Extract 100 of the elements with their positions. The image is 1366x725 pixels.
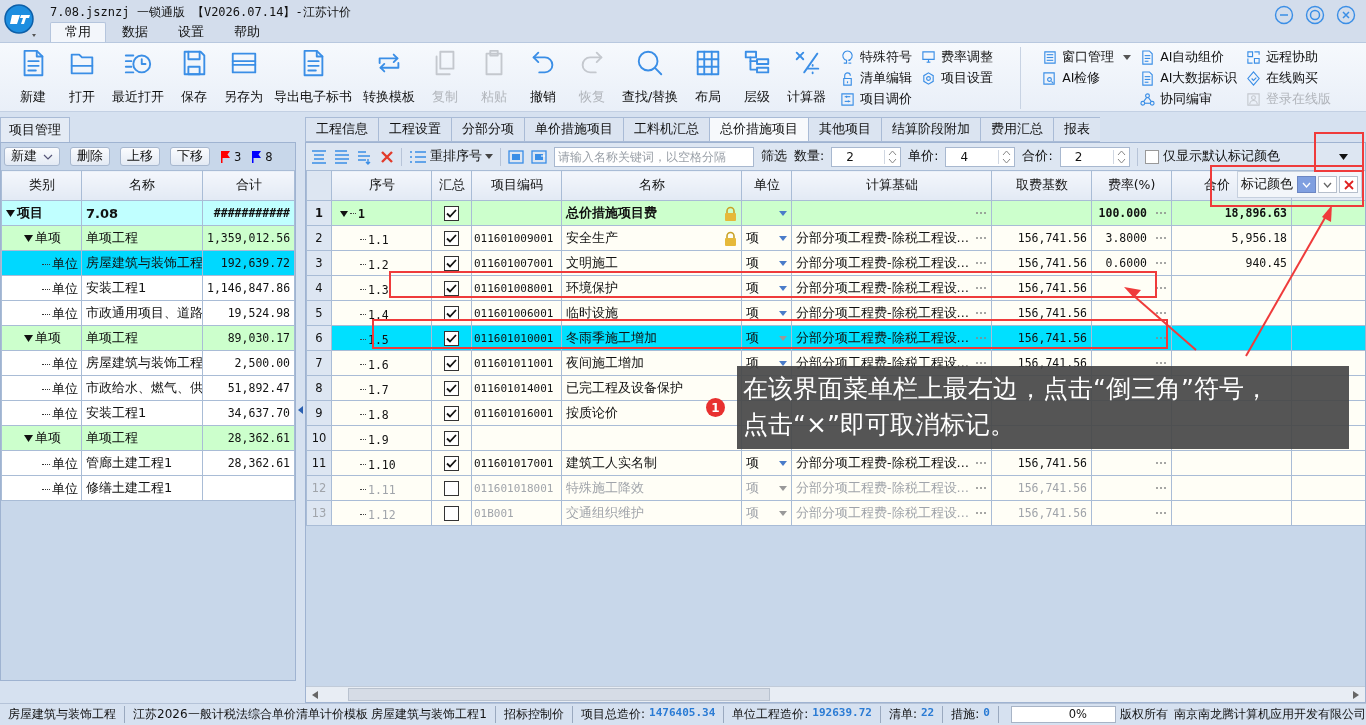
toolbar-button[interactable]: 协同编审 — [1140, 89, 1238, 109]
more-icon[interactable] — [975, 261, 987, 265]
tab[interactable]: 工程设置 — [378, 117, 451, 142]
more-icon[interactable] — [975, 211, 987, 215]
scroll-right-icon[interactable] — [1353, 690, 1359, 699]
tree-row[interactable]: 单项 单项工程 28,362.61 — [1, 425, 295, 451]
toolbar-button[interactable]: 打开 — [59, 43, 105, 111]
menu-tab[interactable]: 常用 — [50, 22, 106, 43]
toolbar-button[interactable]: AI检修 — [1042, 68, 1132, 88]
list-icon[interactable] — [357, 148, 373, 165]
table-row[interactable]: 11 1.10 011601017001 建筑工人实名制 项 分部分项工程费-除税工程设… 156,741.56 — [306, 450, 1365, 476]
toolbar-button[interactable]: 最近打开 — [108, 43, 168, 111]
toolbar-button[interactable]: 转换模板 — [359, 43, 419, 111]
toolbar-button[interactable]: 远程协助 — [1246, 47, 1332, 67]
table-row[interactable]: 2 1.1 011601009001 安全生产 项 分部分项工程费-除税工程设… 156,741.56 3.8000 5,956.18 — [306, 225, 1365, 251]
table-row[interactable]: 1 1 总价措施项目费 100.000 18,896.63 — [306, 200, 1365, 226]
caret-icon[interactable] — [779, 235, 787, 241]
import-icon[interactable] — [531, 148, 547, 165]
panel-button[interactable]: 新建 — [4, 147, 60, 166]
expand-caret-icon[interactable] — [24, 334, 33, 342]
toolbar-button[interactable]: 导出电子标书 — [270, 43, 356, 111]
more-icon[interactable] — [1155, 236, 1167, 240]
toolbar-button[interactable]: 特殊符号 — [840, 47, 913, 67]
toolbar-button[interactable]: 项目设置 — [921, 68, 994, 88]
restore-icon[interactable] — [1305, 5, 1325, 25]
caret-icon[interactable] — [779, 260, 787, 266]
panel-button[interactable]: 上移 — [120, 147, 160, 166]
menu-tab[interactable]: 设置 — [164, 22, 218, 43]
search-field[interactable]: 请输入名称关键词，以空格分隔 — [554, 146, 754, 167]
expand-caret-icon[interactable] — [6, 209, 15, 217]
checkbox[interactable] — [444, 406, 459, 421]
export-icon[interactable] — [508, 148, 524, 165]
tab[interactable]: 报表 — [1053, 117, 1100, 142]
clear-mark-button[interactable] — [1339, 176, 1358, 193]
more-icon[interactable] — [975, 311, 987, 315]
number-spinner[interactable]: 2 — [1059, 146, 1130, 167]
menu-tab[interactable]: 数据 — [108, 22, 162, 43]
toolbar-button[interactable]: 另存为 — [220, 43, 267, 111]
delete-icon[interactable] — [380, 149, 394, 164]
checkbox[interactable] — [444, 206, 459, 221]
more-icon[interactable] — [1155, 261, 1167, 265]
tab[interactable]: 工程信息 — [305, 117, 378, 142]
tree-row[interactable]: 单项 单项工程 89,030.17 — [1, 325, 295, 351]
sort-button[interactable]: 重排序号 — [409, 148, 493, 165]
color-swatch[interactable] — [1297, 176, 1316, 193]
more-icon[interactable] — [1155, 461, 1167, 465]
more-icon[interactable] — [975, 286, 987, 290]
more-icon[interactable] — [975, 361, 987, 365]
tree-row[interactable]: 单位 安装工程1 34,637.70 — [1, 400, 295, 426]
checkbox[interactable] — [444, 331, 459, 346]
toolbar-button[interactable]: 窗口管理 — [1042, 47, 1132, 67]
tab[interactable]: 分部分项 — [451, 117, 524, 142]
tab[interactable]: 单价措施项目 — [524, 117, 623, 142]
checkbox[interactable] — [444, 381, 459, 396]
number-spinner[interactable]: 2 — [831, 146, 902, 167]
expand-caret-icon[interactable] — [24, 234, 33, 242]
align-bottom-icon[interactable] — [334, 148, 350, 165]
close-icon[interactable] — [1336, 5, 1356, 25]
checkbox[interactable] — [444, 281, 459, 296]
toolbar-button[interactable]: 计算器 — [783, 43, 831, 111]
caret-icon[interactable] — [779, 210, 787, 216]
number-spinner[interactable]: 4 — [945, 146, 1016, 167]
more-icon[interactable] — [1155, 286, 1167, 290]
tree-row[interactable]: 单项 单项工程 1,359,012.56 — [1, 225, 295, 251]
tab[interactable]: 结算阶段附加 — [881, 117, 980, 142]
horizontal-scrollbar[interactable] — [306, 686, 1365, 702]
toolbar-button[interactable]: 查找/替换 — [618, 43, 683, 111]
toolbar-button[interactable]: 费率调整 — [921, 47, 994, 67]
more-icon[interactable] — [1155, 361, 1167, 365]
more-icon[interactable] — [1155, 336, 1167, 340]
tab[interactable]: 费用汇总 — [980, 117, 1053, 142]
chevron-button[interactable] — [1318, 176, 1337, 193]
scroll-left-icon[interactable] — [312, 690, 318, 699]
caret-icon[interactable] — [779, 310, 787, 316]
caret-icon[interactable] — [779, 285, 787, 291]
checkbox[interactable] — [444, 456, 459, 471]
panel-tab[interactable]: 项目管理 — [0, 117, 70, 142]
menu-tab[interactable]: 帮助 — [220, 22, 274, 43]
tab[interactable]: 工料机汇总 — [623, 117, 709, 142]
tab[interactable]: 其他项目 — [808, 117, 881, 142]
toolbar-button[interactable]: 保存 — [171, 43, 217, 111]
panel-button[interactable]: 删除 — [70, 147, 110, 166]
caret-icon[interactable] — [779, 460, 787, 466]
checkbox[interactable] — [444, 256, 459, 271]
checkbox[interactable]: 仅显示默认标记颜色 — [1144, 148, 1280, 165]
tree-row[interactable]: 单位 修缮土建工程1 — [1, 475, 295, 501]
tree-row[interactable]: 单位 安装工程1 1,146,847.86 — [1, 275, 295, 301]
toolbar-button[interactable]: 项目调价 — [840, 89, 913, 109]
toolbar-button[interactable]: 布局 — [685, 43, 732, 111]
panel-button[interactable]: 下移 — [170, 147, 210, 166]
more-icon[interactable] — [975, 461, 987, 465]
tab[interactable]: 总价措施项目 — [709, 117, 808, 142]
tree-row[interactable]: 项目 7.08 ########### — [1, 200, 295, 226]
more-icon[interactable] — [1155, 311, 1167, 315]
expand-caret-icon[interactable] — [340, 210, 348, 217]
more-icon[interactable] — [975, 236, 987, 240]
toolbar-button[interactable]: 在线购买 — [1246, 68, 1332, 88]
align-top-icon[interactable] — [311, 148, 327, 165]
checkbox[interactable] — [444, 356, 459, 371]
toolbar-button[interactable]: 新建 — [10, 43, 56, 111]
